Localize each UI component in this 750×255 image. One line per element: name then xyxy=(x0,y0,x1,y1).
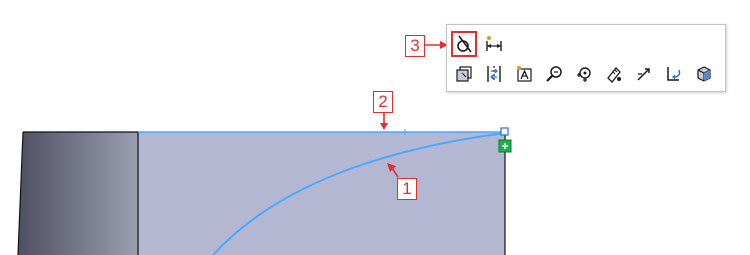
tangent-relation-icon xyxy=(457,35,472,53)
planar-face[interactable] xyxy=(138,132,505,255)
callout-2-label: 2 xyxy=(373,91,393,113)
callout-3-label: 3 xyxy=(405,35,425,57)
callout-1-label: 1 xyxy=(397,178,417,200)
view-normal-to-icon xyxy=(577,67,591,82)
sketch-text-button[interactable] xyxy=(512,62,536,86)
trim-entities-button[interactable] xyxy=(632,62,656,86)
coincident-relation-icon[interactable] xyxy=(498,139,512,153)
copy-entities-icon xyxy=(456,66,472,82)
callout-2-arrow xyxy=(380,112,388,130)
tangent-relation-button[interactable] xyxy=(451,31,477,57)
smart-dimension-button[interactable] xyxy=(482,32,506,56)
mirror-entities-button[interactable] xyxy=(482,62,506,86)
zoom-to-selection-icon xyxy=(546,66,562,82)
smart-dimension-icon xyxy=(486,36,502,51)
view-normal-to-button[interactable] xyxy=(572,62,596,86)
callout-3-arrow xyxy=(425,41,448,49)
copy-entities-button[interactable] xyxy=(452,62,476,86)
measure-button[interactable] xyxy=(602,62,626,86)
measure-icon xyxy=(607,67,621,83)
sketch-text-icon xyxy=(517,66,532,82)
context-toolbar xyxy=(446,24,726,92)
convert-entities-button[interactable] xyxy=(662,62,686,86)
zoom-to-selection-button[interactable] xyxy=(542,62,566,86)
sketch-endpoint-handle[interactable] xyxy=(500,127,509,136)
3d-view-button[interactable] xyxy=(692,62,716,86)
cylindrical-side-face[interactable] xyxy=(18,132,138,255)
convert-entities-icon xyxy=(667,67,681,81)
3d-view-icon xyxy=(697,66,711,82)
trim-entities-icon xyxy=(637,68,650,81)
mirror-entities-icon xyxy=(487,66,501,82)
